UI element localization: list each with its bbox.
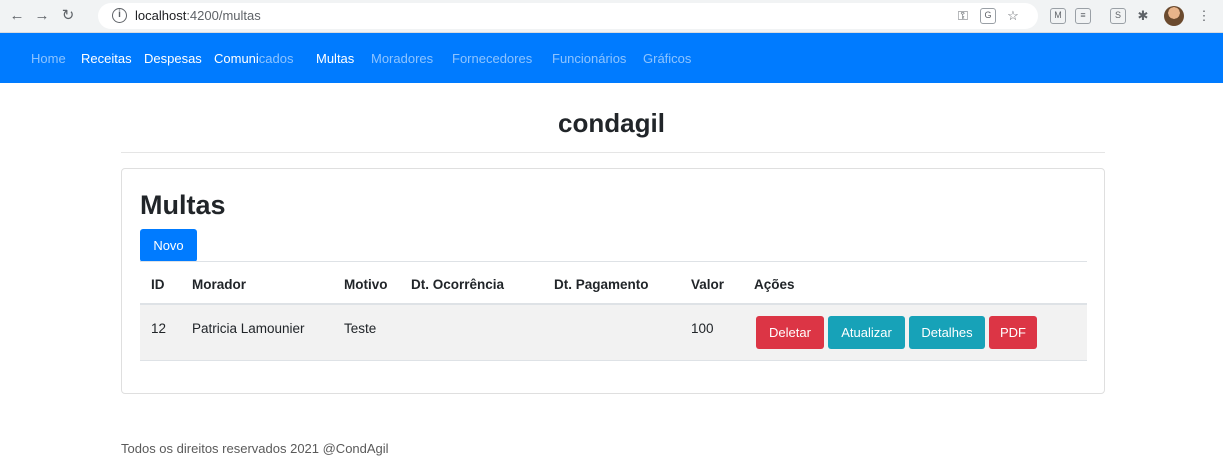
reload-icon[interactable]: ↻: [58, 6, 78, 26]
multas-card: Multas Novo ID Morador Motivo Dt. Ocorrê…: [121, 168, 1105, 394]
nav-multas[interactable]: Multas: [316, 51, 354, 66]
url-path: :4200/multas: [186, 8, 261, 23]
col-header-dt-ocorrencia: Dt. Ocorrência: [411, 277, 505, 292]
nav-despesas[interactable]: Despesas: [144, 51, 202, 66]
page-title: Multas: [140, 190, 226, 220]
info-icon[interactable]: i: [112, 8, 127, 23]
cell-valor: 100: [691, 321, 714, 336]
nav-fornecedores[interactable]: Fornecedores: [452, 51, 532, 66]
header-divider: [121, 152, 1105, 153]
url-host: localhost: [135, 8, 187, 23]
footer-text: Todos os direitos reservados 2021 @CondA…: [121, 441, 389, 456]
nav-moradores[interactable]: Moradores: [371, 51, 433, 66]
col-header-motivo: Motivo: [344, 277, 388, 292]
site-brand: condagil: [558, 108, 665, 138]
menu-icon[interactable]: ⋮: [1196, 8, 1212, 24]
address-bar[interactable]: i localhost:4200/multas: [98, 3, 1038, 29]
url-text: localhost:4200/multas: [135, 8, 261, 23]
table-row: 12 Patricia Lamounier Teste 100 Deletar …: [140, 305, 1087, 361]
col-header-morador: Morador: [192, 277, 246, 292]
translate-icon[interactable]: G: [980, 8, 996, 24]
col-header-valor: Valor: [691, 277, 725, 292]
nav-graficos[interactable]: Gráficos: [643, 51, 691, 66]
extension-s-icon[interactable]: S: [1110, 8, 1126, 24]
col-header-dt-pagamento: Dt. Pagamento: [554, 277, 649, 292]
table-header: ID Morador Motivo Dt. Ocorrência Dt. Pag…: [140, 261, 1087, 305]
cell-morador: Patricia Lamounier: [192, 321, 305, 336]
new-button[interactable]: Novo: [140, 229, 197, 262]
cell-id: 12: [151, 321, 167, 336]
nav-home[interactable]: Home: [31, 51, 66, 66]
pdf-button[interactable]: PDF: [989, 316, 1037, 349]
cell-motivo: Teste: [344, 321, 377, 336]
col-header-acoes: Ações: [754, 277, 795, 292]
col-header-id: ID: [151, 277, 165, 292]
nav-funcionarios[interactable]: Funcionários: [552, 51, 626, 66]
nav-receitas[interactable]: Receitas: [81, 51, 132, 66]
key-icon[interactable]: ⚿: [955, 8, 971, 24]
puzzle-icon[interactable]: ✱: [1135, 8, 1151, 24]
browser-toolbar: ← → ↻ i localhost:4200/multas ⚿ G ☆ M ≡ …: [0, 0, 1223, 33]
extension-m-icon[interactable]: M: [1050, 8, 1066, 24]
back-arrow-icon[interactable]: ←: [7, 6, 27, 26]
details-button[interactable]: Detalhes: [909, 316, 985, 349]
update-button[interactable]: Atualizar: [828, 316, 905, 349]
star-icon[interactable]: ☆: [1005, 8, 1021, 24]
forward-arrow-icon[interactable]: →: [32, 6, 52, 26]
profile-avatar[interactable]: [1164, 6, 1184, 26]
nav-comunicados[interactable]: Comunicados: [214, 51, 294, 66]
delete-button[interactable]: Deletar: [756, 316, 824, 349]
extension-sheet-icon[interactable]: ≡: [1075, 8, 1091, 24]
main-navbar: Home Receitas Despesas Comunicados Multa…: [0, 33, 1223, 83]
